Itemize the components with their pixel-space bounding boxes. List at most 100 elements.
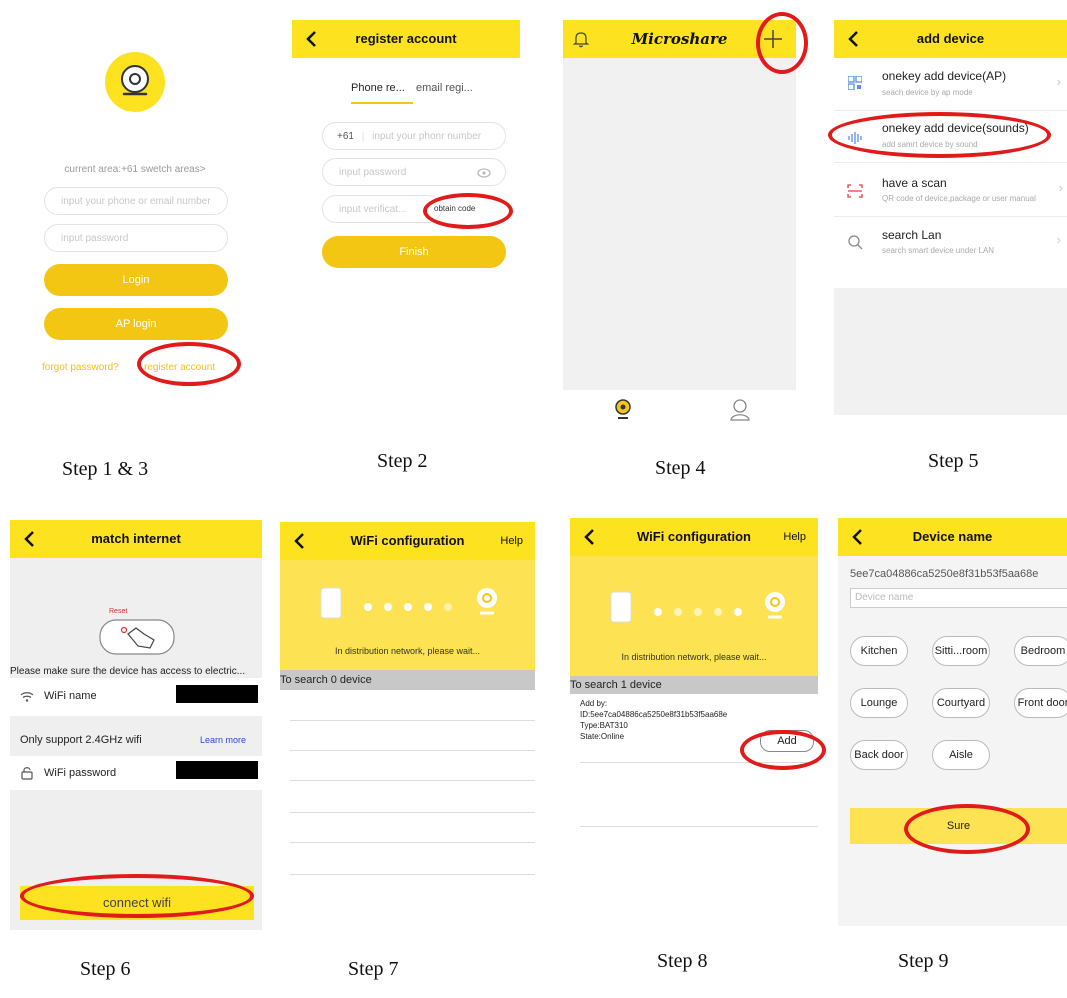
add-by-label: Add by: [580, 699, 608, 708]
eye-icon[interactable] [477, 168, 491, 178]
room-chip-kitchen[interactable]: Kitchen [850, 636, 908, 666]
search-count: To search 0 device [280, 670, 535, 690]
learn-more-link[interactable]: Learn more [200, 735, 246, 745]
chevron-right-icon: › [1058, 180, 1063, 195]
device-name-screen: Device name 5ee7ca04886ca5250e8f31b53f5a… [838, 518, 1067, 926]
step-caption: Step 5 [928, 450, 979, 472]
step-caption: Step 1 & 3 [62, 458, 149, 480]
area-selector[interactable]: current area:+61 swetch areas> [20, 164, 250, 175]
chevron-right-icon: › [1056, 74, 1061, 89]
device-id: 5ee7ca04886ca5250e8f31b53f5aa68e [850, 568, 1039, 580]
phone-icon [320, 587, 342, 619]
progress-panel: In distribution network, please wait... [570, 556, 818, 676]
wifi-name-row[interactable]: WiFi name [10, 678, 262, 716]
room-chip-aisle[interactable]: Aisle [932, 740, 990, 770]
status-text: In distribution network, please wait... [621, 652, 767, 662]
option-subtitle: search smart device under LAN [882, 246, 995, 255]
top-bar: WiFi configuration Help [280, 522, 535, 560]
room-chip-lounge[interactable]: Lounge [850, 688, 908, 718]
option-list: onekey add device(AP) seach device by ap… [834, 58, 1067, 288]
phone-email-input[interactable]: input your phone or email number [44, 187, 228, 215]
wifi-config-found-screen: WiFi configuration Help In distribution … [570, 518, 818, 838]
step-caption: Step 2 [377, 450, 428, 472]
help-link[interactable]: Help [783, 518, 806, 556]
option-title: onekey add device(AP) [882, 69, 1007, 83]
bottom-nav [563, 390, 796, 430]
wifi-password-label: WiFi password [44, 767, 117, 779]
wifi-icon [20, 692, 34, 702]
device-name-input[interactable]: Device name [850, 588, 1067, 608]
list-divider [290, 780, 535, 781]
login-button[interactable]: Login [44, 264, 228, 296]
list-divider [290, 812, 535, 813]
highlight-ring [740, 730, 826, 770]
step-caption: Step 7 [348, 958, 399, 980]
step-caption: Step 8 [657, 950, 708, 972]
chevron-right-icon: › [1056, 232, 1061, 247]
search-icon [848, 235, 863, 250]
option-subtitle: seach device by ap mode [882, 88, 973, 97]
progress-dots [358, 598, 458, 616]
wifi-name-value[interactable] [176, 685, 258, 703]
highlight-ring [423, 193, 513, 229]
room-chip-sitting-room[interactable]: Sitti...room [932, 636, 990, 666]
device-tab-icon[interactable] [613, 398, 633, 422]
highlight-ring [828, 112, 1051, 158]
step-caption: Step 6 [80, 958, 131, 980]
step-caption: Step 4 [655, 457, 706, 479]
device-id: ID:5ee7ca04886ca5250e8f31b53f5aa68e [580, 710, 728, 719]
password-placeholder: input password [339, 167, 407, 178]
room-chip-back-door[interactable]: Back door [850, 740, 908, 770]
reset-label: Reset [109, 608, 128, 615]
top-bar: match internet [10, 520, 262, 558]
page-title: add device [916, 31, 985, 46]
list-divider [290, 750, 535, 751]
tab-underline [351, 102, 413, 104]
highlight-ring [137, 342, 241, 386]
forgot-password-link[interactable]: forgot password? [42, 362, 119, 373]
highlight-ring [756, 12, 808, 74]
add-device-screen: add device onekey add device(AP) seach d… [834, 20, 1067, 415]
scan-icon [847, 184, 863, 198]
phone-placeholder: input your phonr number [372, 131, 482, 142]
password-input[interactable]: input password [44, 224, 228, 252]
tab-phone-register[interactable]: Phone re... [351, 82, 405, 94]
room-chip-bedroom[interactable]: Bedroom [1014, 636, 1067, 666]
highlight-ring [904, 804, 1030, 854]
wifi-password-value[interactable] [176, 761, 258, 779]
progress-panel: In distribution network, please wait... [280, 560, 535, 670]
country-code[interactable]: +61 [337, 131, 354, 142]
reset-hand-icon [99, 619, 175, 655]
support-note: Only support 2.4GHz wifi [20, 734, 142, 746]
ap-login-button[interactable]: AP login [44, 308, 228, 340]
option-scan[interactable]: have a scan QR code of device,package or… [834, 162, 1067, 217]
search-count: To search 1 device [570, 676, 818, 694]
wifi-name-label: WiFi name [44, 690, 97, 702]
room-chip-front-door[interactable]: Front door [1014, 688, 1067, 718]
page-title: WiFi configuration [350, 533, 465, 548]
match-internet-screen: match internet Reset Please make sure th… [10, 520, 262, 930]
help-link[interactable]: Help [500, 522, 523, 560]
finish-button[interactable]: Finish [322, 236, 506, 268]
profile-tab-icon[interactable] [729, 398, 751, 422]
wifi-password-row[interactable]: WiFi password [10, 756, 262, 790]
camera-icon [765, 592, 785, 619]
register-password-input[interactable]: input password [322, 158, 506, 186]
phone-number-input[interactable]: +61 | input your phonr number [322, 122, 506, 150]
phone-icon [610, 591, 632, 623]
option-search-lan[interactable]: search Lan search smart device under LAN… [834, 216, 1067, 268]
list-divider [290, 874, 535, 875]
option-subtitle: QR code of device,package or user manual [882, 194, 1036, 203]
list-divider [290, 720, 535, 721]
option-title: have a scan [882, 176, 947, 190]
camera-icon [121, 65, 149, 96]
divider: | [361, 131, 365, 142]
room-chip-courtyard[interactable]: Courtyard [932, 688, 990, 718]
list-divider [580, 826, 818, 827]
page-title: register account [355, 31, 457, 46]
option-title: search Lan [882, 228, 942, 242]
tab-email-register[interactable]: email regi... [416, 82, 473, 94]
list-divider [290, 842, 535, 843]
option-ap[interactable]: onekey add device(AP) seach device by ap… [834, 58, 1067, 111]
home-screen: Microshare [563, 20, 796, 430]
